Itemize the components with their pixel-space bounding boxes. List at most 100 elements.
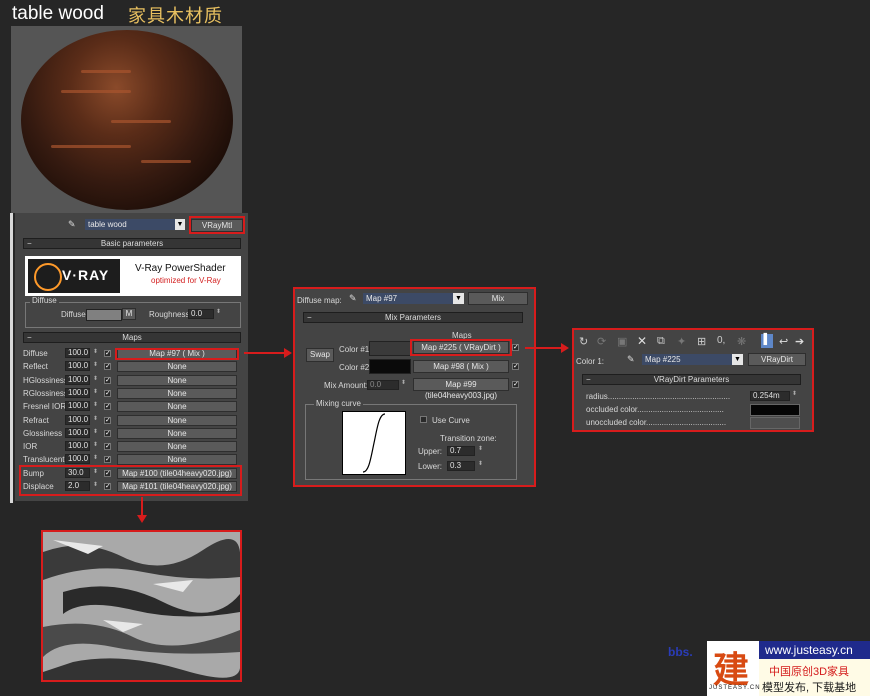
map-slot-button[interactable]: None [117, 454, 237, 465]
upper-input[interactable]: 0.7 [447, 446, 475, 456]
mix-amount-spinner[interactable]: ⬍ [401, 379, 406, 386]
eyedropper-icon[interactable]: ✎ [68, 219, 78, 229]
map-enable-checkbox[interactable]: ✓ [104, 443, 111, 450]
map-amount-input[interactable]: 100.0 [65, 361, 90, 371]
map-enable-checkbox[interactable]: ✓ [104, 350, 111, 357]
transition-zone-label: Transition zone: [440, 434, 497, 443]
dirt-map-name-field[interactable]: Map #225 [642, 354, 732, 365]
mix-type-button[interactable]: Mix [468, 292, 528, 305]
go-forward-icon[interactable]: ➔ [795, 335, 804, 348]
mix-map-name-field[interactable]: Map #97 [363, 293, 453, 304]
mix-amount-map-checkbox[interactable]: ✓ [512, 381, 519, 388]
maps-rollout[interactable]: − Maps [23, 332, 241, 343]
eyedropper-icon[interactable]: ✎ [627, 354, 635, 365]
vraydirt-toolbar: ↻ ⟳ ▣ ✕ ⧉ ✦ ⊞ 0, ❋ ▌ ↩ ➔ [577, 334, 809, 350]
put-to-library-icon[interactable]: ✦ [677, 335, 686, 348]
material-name-field[interactable]: table wood [85, 219, 175, 230]
diffuse-label: Diffuse [61, 310, 86, 319]
map-amount-spinner[interactable]: ⬍ [93, 388, 98, 395]
map-amount-spinner[interactable]: ⬍ [93, 454, 98, 461]
basic-parameters-rollout[interactable]: − Basic parameters [23, 238, 241, 249]
map-slot-button[interactable]: None [117, 388, 237, 399]
watermark-bbs-text: bbs. [668, 645, 693, 659]
map-amount-spinner[interactable]: ⬍ [93, 415, 98, 422]
material-id-icon[interactable]: ⊞ [697, 335, 706, 348]
map-amount-input[interactable]: 100.0 [65, 375, 90, 385]
color2-swatch[interactable] [369, 359, 411, 374]
use-curve-label: Use Curve [432, 416, 470, 425]
map-slot-button[interactable]: None [117, 361, 237, 372]
mix-dropdown-button[interactable]: ▼ [453, 293, 464, 304]
upper-label: Upper: [418, 447, 443, 456]
lower-spinner[interactable]: ⬍ [478, 460, 483, 467]
map-slot-button[interactable]: None [117, 415, 237, 426]
swap-button[interactable]: Swap [306, 348, 334, 362]
roughness-label: Roughness [149, 310, 190, 319]
map-enable-checkbox[interactable]: ✓ [104, 430, 111, 437]
color1-swatch[interactable] [369, 341, 411, 356]
pick-material-icon[interactable]: ↻ [579, 335, 588, 348]
radius-spinner[interactable]: ⬍ [792, 390, 797, 397]
color1-map-checkbox[interactable]: ✓ [512, 344, 519, 351]
map-amount-input[interactable]: 100.0 [65, 388, 90, 398]
mix-parameters-rollout[interactable]: − Mix Parameters [303, 312, 523, 323]
mix-amount-map-button[interactable]: Map #99 (tile04heavy003.jpg) [413, 378, 509, 400]
map-amount-spinner[interactable]: ⬍ [93, 361, 98, 368]
upper-spinner[interactable]: ⬍ [478, 445, 483, 452]
map-enable-checkbox[interactable]: ✓ [104, 363, 111, 370]
radius-input[interactable]: 0.254m [750, 391, 790, 401]
vraydirt-parameters-rollout[interactable]: − VRayDirt Parameters [582, 374, 801, 385]
map-enable-checkbox[interactable]: ✓ [104, 417, 111, 424]
map-amount-spinner[interactable]: ⬍ [93, 441, 98, 448]
watermark-logo-box: 建 JUSTEASY.CN www.justeasy.cn 中国原创3D家具 模… [707, 641, 870, 696]
map-amount-input[interactable]: 100.0 [65, 428, 90, 438]
map-amount-spinner[interactable]: ⬍ [93, 401, 98, 408]
occluded-color-swatch[interactable] [750, 404, 800, 416]
make-unique-icon[interactable]: ⧉ [657, 335, 665, 348]
color2-map-button[interactable]: Map #98 ( Mix ) [413, 360, 509, 373]
use-curve-checkbox[interactable] [420, 416, 427, 423]
map-amount-input[interactable]: 100.0 [65, 415, 90, 425]
map-amount-input[interactable]: 100.0 [65, 454, 90, 464]
diffuse-color-swatch[interactable] [86, 309, 122, 321]
roughness-spinner[interactable]: ⬍ [216, 308, 221, 315]
diffuse-map-m-button[interactable]: M [122, 308, 136, 320]
collapse-minus-icon: − [27, 333, 32, 342]
color1-label: Color #1 [339, 345, 370, 354]
map-amount-spinner[interactable]: ⬍ [93, 348, 98, 355]
dirt-color1-label: Color 1: [576, 357, 605, 366]
reset-map-icon[interactable]: ✕ [637, 334, 647, 348]
map-slot-button[interactable]: None [117, 401, 237, 412]
eyedropper-icon[interactable]: ✎ [349, 293, 357, 304]
map-slot-button[interactable]: None [117, 428, 237, 439]
map-enable-checkbox[interactable]: ✓ [104, 390, 111, 397]
mix-amount-input[interactable]: 0.0 [367, 380, 399, 390]
map-enable-checkbox[interactable]: ✓ [104, 377, 111, 384]
vray-tagline-1: V-Ray PowerShader [135, 263, 226, 274]
put-material-icon[interactable]: ⟳ [597, 335, 606, 348]
unoccluded-color-swatch[interactable] [750, 417, 800, 429]
map-row-label: IOR [23, 442, 38, 451]
show-end-result-icon[interactable]: ▌ [761, 334, 773, 348]
map-amount-input[interactable]: 100.0 [65, 348, 90, 358]
map-slot-button[interactable]: None [117, 441, 237, 452]
lower-input[interactable]: 0.3 [447, 461, 475, 471]
map-amount-spinner[interactable]: ⬍ [93, 375, 98, 382]
show-map-icon[interactable]: ❋ [737, 335, 746, 348]
roughness-input[interactable]: 0.0 [188, 309, 214, 319]
map-slot-button[interactable]: None [117, 375, 237, 386]
material-dropdown-button[interactable]: ▼ [175, 219, 185, 230]
map-amount-input[interactable]: 100.0 [65, 441, 90, 451]
map-enable-checkbox[interactable]: ✓ [104, 456, 111, 463]
map-amount-spinner[interactable]: ⬍ [93, 428, 98, 435]
dirt-dropdown-button[interactable]: ▼ [732, 354, 743, 365]
vray-tagline-2: optimized for V-Ray [151, 276, 221, 285]
map-enable-checkbox[interactable]: ✓ [104, 403, 111, 410]
map-amount-input[interactable]: 100.0 [65, 401, 90, 411]
maps-title: Maps [122, 333, 142, 342]
go-to-parent-icon[interactable]: ↩ [779, 335, 788, 348]
dirt-type-button[interactable]: VRayDirt [748, 353, 806, 366]
color2-map-checkbox[interactable]: ✓ [512, 363, 519, 370]
assign-material-icon[interactable]: ▣ [617, 335, 627, 348]
effects-channel-icon[interactable]: 0, [717, 335, 725, 346]
